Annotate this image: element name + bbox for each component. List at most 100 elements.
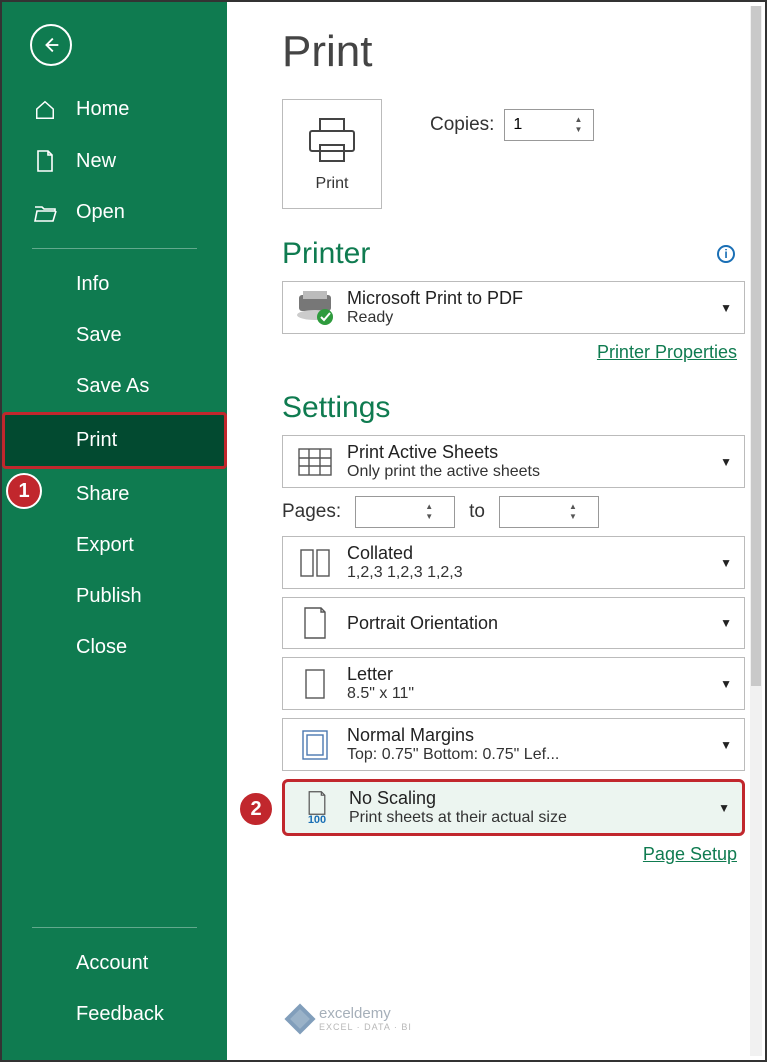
scaling-icon: 100 — [291, 790, 343, 826]
pages-to-input[interactable] — [500, 503, 560, 521]
new-doc-icon — [32, 149, 58, 173]
backstage-sidebar: Home New Open Info Save Save As Print 1 … — [2, 2, 227, 1060]
sidebar-item-account[interactable]: Account — [2, 938, 227, 989]
back-button[interactable] — [30, 24, 72, 66]
sheets-icon — [289, 445, 341, 479]
spinner-down-icon[interactable]: ▼ — [416, 512, 442, 522]
chevron-down-icon: ▼ — [714, 616, 738, 630]
copies-spinner[interactable]: ▲▼ — [504, 109, 594, 141]
separator — [32, 248, 197, 249]
scaling-percent: 100 — [308, 814, 326, 826]
scaling-select[interactable]: 100 No Scaling Print sheets at their act… — [282, 779, 745, 836]
chevron-down-icon: ▼ — [714, 556, 738, 570]
collation-select[interactable]: Collated 1,2,3 1,2,3 1,2,3 ▼ — [282, 536, 745, 589]
spinner-down-icon[interactable]: ▼ — [560, 512, 586, 522]
sidebar-item-save[interactable]: Save — [2, 310, 227, 361]
folder-open-icon — [32, 203, 58, 223]
printer-status: Ready — [347, 309, 708, 327]
printer-name: Microsoft Print to PDF — [347, 288, 708, 309]
collated-icon — [289, 546, 341, 580]
sidebar-item-export[interactable]: Export — [2, 520, 227, 571]
setting-sub: Print sheets at their actual size — [349, 809, 706, 827]
annotation-callout-1: 1 — [6, 473, 42, 509]
watermark-brand: exceldemy — [319, 1005, 391, 1022]
setting-title: No Scaling — [349, 788, 706, 809]
page-icon — [289, 667, 341, 701]
separator — [32, 927, 197, 928]
setting-title: Print Active Sheets — [347, 442, 708, 463]
printer-ready-icon — [289, 289, 341, 327]
sidebar-label: Export — [76, 534, 134, 557]
print-button[interactable]: Print — [282, 99, 382, 209]
chevron-down-icon: ▼ — [714, 455, 738, 469]
setting-title: Letter — [347, 664, 708, 685]
pages-from-input[interactable] — [356, 503, 416, 521]
print-button-label: Print — [316, 175, 349, 193]
sidebar-label: Account — [76, 952, 148, 975]
margins-select[interactable]: Normal Margins Top: 0.75" Bottom: 0.75" … — [282, 718, 745, 771]
spinner-up-icon[interactable]: ▲ — [565, 115, 591, 125]
print-what-select[interactable]: Print Active Sheets Only print the activ… — [282, 435, 745, 488]
chevron-down-icon: ▼ — [714, 738, 738, 752]
pages-to-label: to — [469, 501, 485, 523]
chevron-down-icon: ▼ — [712, 801, 736, 815]
sidebar-label: Save — [76, 324, 122, 347]
sidebar-label: Feedback — [76, 1003, 164, 1026]
page-title: Print — [282, 27, 745, 77]
page-setup-link[interactable]: Page Setup — [643, 844, 737, 864]
printer-section-header: Printer i — [282, 237, 745, 271]
sidebar-item-feedback[interactable]: Feedback — [2, 989, 227, 1040]
printer-properties-link[interactable]: Printer Properties — [597, 342, 737, 362]
settings-section-header: Settings — [282, 391, 745, 425]
paper-size-select[interactable]: Letter 8.5" x 11" ▼ — [282, 657, 745, 710]
setting-sub: 1,2,3 1,2,3 1,2,3 — [347, 564, 708, 582]
pages-from-spinner[interactable]: ▲▼ — [355, 496, 455, 528]
sidebar-item-close[interactable]: Close — [2, 622, 227, 673]
sidebar-label: Share — [76, 483, 129, 506]
sidebar-item-publish[interactable]: Publish — [2, 571, 227, 622]
sidebar-label: Close — [76, 636, 127, 659]
sidebar-item-open[interactable]: Open — [2, 187, 227, 238]
scrollbar-thumb[interactable] — [751, 6, 761, 686]
copies-input[interactable] — [505, 116, 565, 134]
setting-title: Portrait Orientation — [347, 613, 708, 634]
setting-sub: 8.5" x 11" — [347, 685, 708, 703]
spinner-up-icon[interactable]: ▲ — [416, 502, 442, 512]
scrollbar[interactable] — [750, 6, 762, 1056]
pages-label: Pages: — [282, 501, 341, 523]
excel-backstage: Home New Open Info Save Save As Print 1 … — [0, 0, 767, 1062]
pages-to-spinner[interactable]: ▲▼ — [499, 496, 599, 528]
setting-title: Collated — [347, 543, 708, 564]
pages-row: Pages: ▲▼ to ▲▼ — [282, 496, 745, 528]
sidebar-item-saveas[interactable]: Save As — [2, 361, 227, 412]
watermark-tag: EXCEL · DATA · BI — [319, 1022, 412, 1032]
spinner-up-icon[interactable]: ▲ — [560, 502, 586, 512]
print-panel: Print Print Copies: ▲▼ Printer i — [227, 2, 765, 1060]
sidebar-label: Publish — [76, 585, 142, 608]
printer-icon — [304, 115, 360, 165]
printer-select[interactable]: Microsoft Print to PDF Ready ▼ — [282, 281, 745, 334]
setting-sub: Top: 0.75" Bottom: 0.75" Lef... — [347, 746, 708, 764]
sidebar-label: Home — [76, 98, 129, 121]
watermark: exceldemy EXCEL · DATA · BI — [289, 1005, 412, 1032]
setting-sub: Only print the active sheets — [347, 463, 708, 481]
sidebar-label: Open — [76, 201, 125, 224]
annotation-callout-2: 2 — [238, 791, 274, 827]
sidebar-label: Print — [76, 429, 117, 452]
arrow-left-icon — [40, 34, 62, 56]
portrait-icon — [289, 606, 341, 640]
setting-title: Normal Margins — [347, 725, 708, 746]
sidebar-item-new[interactable]: New — [2, 135, 227, 187]
chevron-down-icon: ▼ — [714, 301, 738, 315]
sidebar-item-home[interactable]: Home — [2, 84, 227, 135]
sidebar-label: Info — [76, 273, 109, 296]
copies-label: Copies: — [430, 114, 494, 136]
printer-info-icon[interactable]: i — [717, 245, 735, 263]
sidebar-item-print[interactable]: Print — [2, 412, 227, 469]
spinner-down-icon[interactable]: ▼ — [565, 125, 591, 135]
sidebar-item-info[interactable]: Info — [2, 259, 227, 310]
watermark-logo-icon — [284, 1003, 315, 1034]
orientation-select[interactable]: Portrait Orientation ▼ — [282, 597, 745, 649]
sidebar-label: New — [76, 150, 116, 173]
margins-icon — [289, 728, 341, 762]
